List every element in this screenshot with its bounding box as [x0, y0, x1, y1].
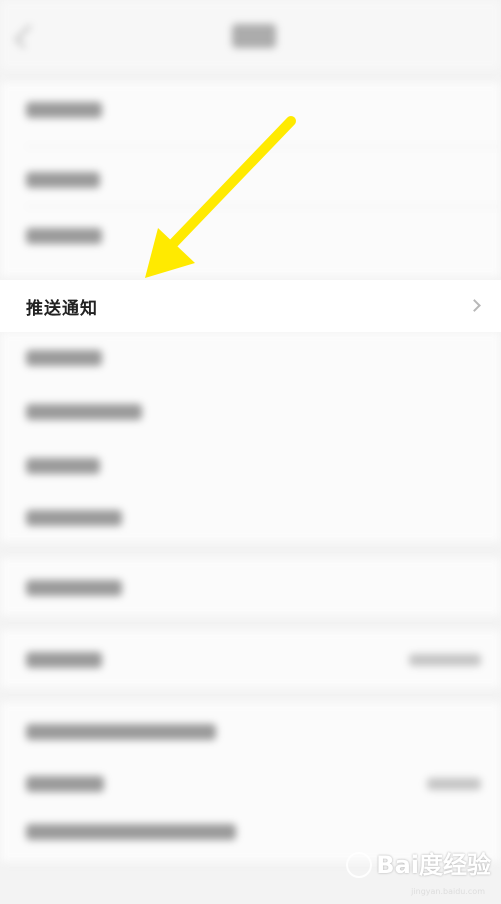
list-item[interactable]	[0, 758, 501, 810]
settings-screen: 推送通知 Bai度经验 jingyan.baidu.com	[0, 0, 501, 896]
watermark-brand: Bai度经验	[376, 851, 491, 879]
settings-group	[0, 630, 501, 688]
back-icon[interactable]	[14, 24, 39, 49]
push-notification-row[interactable]: 推送通知	[0, 280, 501, 332]
list-item[interactable]	[0, 706, 501, 758]
chevron-right-icon	[468, 299, 481, 312]
blurred-background	[0, 0, 501, 890]
list-item[interactable]	[0, 440, 501, 492]
settings-group	[0, 702, 501, 862]
page-title	[232, 24, 276, 48]
list-item[interactable]	[0, 84, 501, 136]
nav-bar	[0, 0, 501, 70]
settings-group	[0, 82, 501, 277]
list-item[interactable]	[0, 210, 501, 262]
settings-group	[0, 332, 501, 542]
list-item[interactable]	[0, 332, 501, 384]
list-item[interactable]	[0, 154, 501, 206]
watermark-domain: jingyan.baidu.com	[411, 887, 485, 896]
list-item[interactable]	[0, 386, 501, 438]
settings-group	[0, 558, 501, 616]
push-notification-label: 推送通知	[26, 299, 98, 319]
list-item[interactable]	[0, 634, 501, 686]
list-item[interactable]	[0, 492, 501, 544]
paw-icon	[346, 852, 373, 878]
list-item[interactable]	[0, 562, 501, 614]
baidu-jingyan-watermark: Bai度经验 jingyan.baidu.com	[346, 851, 491, 896]
